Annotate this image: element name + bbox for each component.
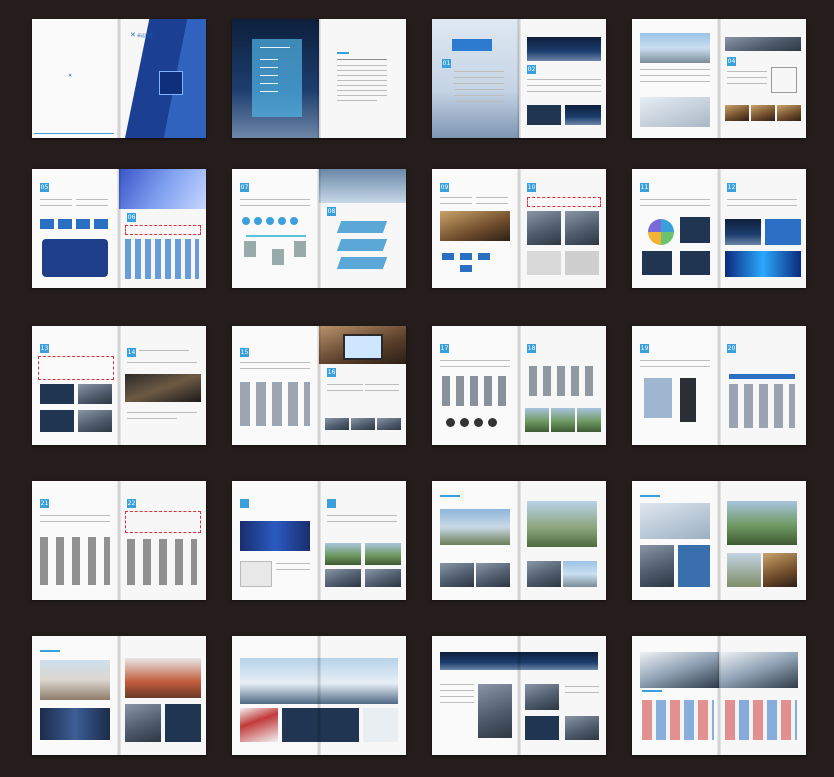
brochure-spread-21-22[interactable]: 21 22: [32, 481, 206, 600]
highlight-box: [38, 356, 114, 380]
partner-logos-grid: [642, 700, 714, 740]
front-cover-page: 卓远信息 ✕: [119, 19, 206, 138]
brochure-spread-31-32[interactable]: [232, 636, 406, 755]
handshake-photo: [640, 652, 719, 688]
brochure-spread-17-18[interactable]: 17 18: [432, 326, 606, 445]
brochure-spread-01-02[interactable]: 01 02: [432, 19, 606, 138]
page-number-badge: 20: [727, 344, 736, 353]
page-number-badge: 05: [40, 183, 49, 192]
page-number-badge: 21: [40, 499, 49, 508]
brochure-spread-23-24[interactable]: [232, 481, 406, 600]
chip-graphic: [159, 71, 183, 95]
page-number-badge: 10: [527, 183, 536, 192]
page-number-badge: 13: [40, 344, 49, 353]
brochure-spread-29-30[interactable]: [32, 636, 206, 755]
tablet-screen: [343, 334, 383, 360]
page-number-badge: 14: [127, 348, 136, 357]
logo-mark-icon: ✕: [68, 73, 73, 79]
brochure-spread-25-26[interactable]: [432, 481, 606, 600]
brochure-spread-03-04[interactable]: 04: [632, 19, 806, 138]
page-number-badge: 11: [640, 183, 649, 192]
brochure-spread-19-20[interactable]: 19 20: [632, 326, 806, 445]
brochure-spread-05-06[interactable]: 05 06: [32, 169, 206, 288]
page-number-badge: 06: [127, 213, 136, 222]
brochure-spread-15-16[interactable]: 15 16: [232, 326, 406, 445]
brochure-spread-contents[interactable]: [232, 19, 406, 138]
highlight-box: [125, 511, 201, 533]
page-number-badge: 08: [327, 207, 336, 216]
highlight-box: [125, 225, 201, 235]
brochure-spread-cover[interactable]: ✕ 卓远信息 ✕: [32, 19, 206, 138]
page-number-badge: 01: [442, 59, 451, 68]
cover-logo-text: 卓远信息: [137, 33, 153, 38]
highlight-box: [527, 197, 601, 207]
dashboard-screen: [240, 521, 310, 551]
brochure-spread-35-36[interactable]: [632, 636, 806, 755]
back-cover-page: ✕: [32, 19, 119, 138]
page-number-badge: 04: [727, 57, 736, 66]
brochure-spread-13-14[interactable]: 13 14: [32, 326, 206, 445]
logo-x-icon: ✕: [130, 31, 136, 39]
partner-logos-grid: [725, 700, 797, 740]
brochure-spread-11-12[interactable]: 11 12: [632, 169, 806, 288]
page-number-badge: 09: [440, 183, 449, 192]
brochure-spread-09-10[interactable]: 09 10: [432, 169, 606, 288]
page-number-badge: 07: [240, 183, 249, 192]
page-number-badge: 19: [640, 344, 649, 353]
page-number-badge: 12: [727, 183, 736, 192]
page-number-badge: 22: [127, 499, 136, 508]
page-number-badge: 16: [327, 368, 336, 377]
brochure-spread-07-08[interactable]: 07 08: [232, 169, 406, 288]
ring-diagram: [648, 219, 674, 245]
page-number-badge: 15: [240, 348, 249, 357]
brochure-spread-27-28[interactable]: [632, 481, 806, 600]
page-number-badge: 02: [527, 65, 536, 74]
brochure-spread-33-34[interactable]: [432, 636, 606, 755]
contents-panel: [252, 39, 302, 117]
page-number-badge: 17: [440, 344, 449, 353]
page-number-badge: 18: [527, 344, 536, 353]
